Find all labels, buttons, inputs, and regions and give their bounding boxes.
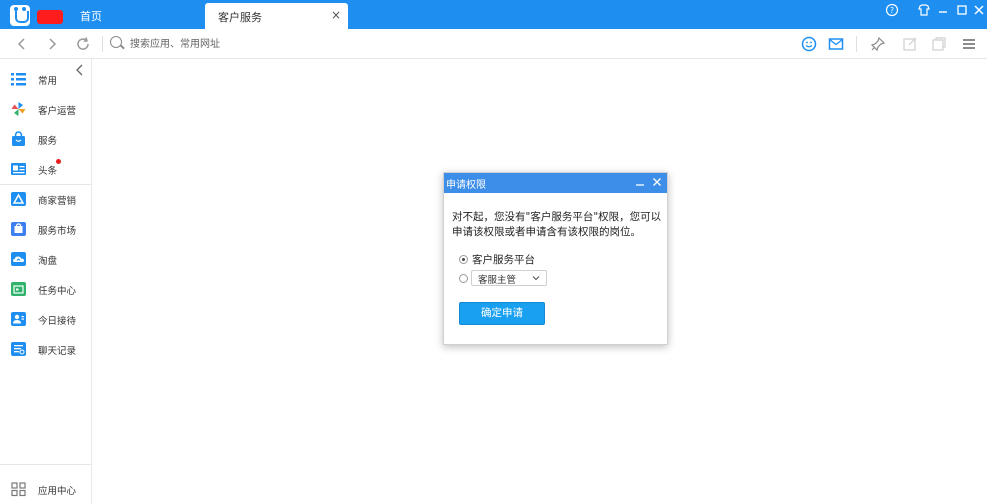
sidebar-item-label: 商家营销 (38, 196, 77, 207)
sidebar-item-label: 淘盘 (38, 256, 58, 267)
toolbar-divider (856, 36, 857, 52)
news-icon (10, 161, 27, 177)
pinwheel-icon (10, 101, 27, 117)
radio-option-label: 客户服务平台 (472, 254, 535, 266)
permission-dialog: 申请权限 对不起，您没有"客户服务平台"权限，您可以申请该权限或者申请含有该权限… (443, 172, 668, 345)
sidebar-item-common[interactable]: 常用 (0, 65, 91, 95)
search-icon (110, 36, 122, 48)
calendar-icon (10, 281, 27, 297)
mail-icon[interactable] (827, 35, 845, 53)
radio-option-platform[interactable] (459, 255, 468, 264)
role-select[interactable]: 客服主管 (471, 270, 547, 286)
sidebar-item-service-market[interactable]: 服务市场 (0, 215, 91, 245)
sidebar-item-headlines[interactable]: 头条 (0, 155, 91, 185)
dialog-message: 对不起，您没有"客户服务平台"权限，您可以申请该权限或者申请含有该权限的岗位。 (452, 211, 662, 238)
search-area (110, 35, 510, 53)
back-icon[interactable] (13, 35, 31, 53)
sidebar-item-label: 聊天记录 (38, 346, 77, 357)
copy-window-icon[interactable] (930, 35, 948, 53)
toolbar-divider (102, 36, 103, 52)
sidebar-item-label: 服务市场 (38, 226, 77, 237)
external-link-icon[interactable] (901, 35, 919, 53)
maximize-icon[interactable] (953, 3, 971, 21)
record-icon (10, 341, 27, 357)
grid-icon (10, 481, 27, 497)
help-icon[interactable]: ? (883, 3, 901, 21)
user-avatar[interactable] (37, 10, 63, 24)
svg-text:?: ? (890, 6, 894, 15)
sidebar-item-merchant-marketing[interactable]: 商家营销 (0, 185, 91, 215)
smiley-icon[interactable] (800, 35, 818, 53)
notification-badge (56, 159, 61, 164)
dialog-close-icon[interactable] (651, 176, 663, 190)
dialog-title: 申请权限 (446, 180, 486, 191)
sidebar-item-today-reception[interactable]: 今日接待 (0, 305, 91, 335)
menu-icon[interactable] (960, 35, 978, 53)
cloud-icon (10, 251, 27, 267)
sidebar-item-label: 头条 (38, 166, 58, 177)
sidebar-divider (0, 464, 91, 465)
dialog-header: 申请权限 (444, 173, 667, 193)
sidebar-item-service[interactable]: 服务 (0, 125, 91, 155)
triangle-icon (10, 191, 27, 207)
list-icon (10, 71, 27, 87)
minimize-icon[interactable] (934, 3, 952, 21)
refresh-icon[interactable] (74, 35, 92, 53)
sidebar-item-app-center[interactable]: 应用中心 (0, 475, 91, 504)
dialog-minimize-icon[interactable] (634, 176, 646, 190)
sidebar-item-label: 常用 (38, 76, 58, 87)
sidebar-item-label: 任务中心 (38, 286, 77, 297)
contact-icon (10, 311, 27, 327)
shirt-icon[interactable] (915, 3, 933, 21)
app-logo-icon (10, 5, 30, 26)
tab-home[interactable]: 首页 (80, 8, 102, 24)
store-icon (10, 221, 27, 237)
sidebar-item-label: 今日接待 (38, 316, 77, 327)
sidebar: 常用 客户运营 服务 头条 商家营销 服务市场 淘盘 任务中心 今日接待 聊天记… (0, 59, 92, 504)
chevron-down-icon (532, 272, 540, 286)
sidebar-item-label: 服务 (38, 136, 58, 147)
radio-option-supervisor[interactable] (459, 274, 468, 283)
sidebar-item-taopan[interactable]: 淘盘 (0, 245, 91, 275)
tab-customer-service[interactable]: 客户服务 × (205, 3, 348, 29)
sidebar-item-label: 应用中心 (38, 486, 77, 497)
close-icon[interactable] (970, 3, 987, 21)
search-input[interactable] (130, 35, 490, 53)
select-value: 客服主管 (478, 275, 517, 286)
pin-icon[interactable] (869, 35, 887, 53)
tab-close-icon[interactable]: × (330, 8, 342, 22)
bag-icon (10, 131, 27, 147)
title-bar: 首页 客户服务 × ? (0, 0, 987, 29)
tab-label: 客户服务 (218, 11, 262, 24)
sidebar-item-customer-ops[interactable]: 客户运营 (0, 95, 91, 125)
sidebar-item-label: 客户运营 (38, 106, 77, 117)
address-toolbar (0, 29, 987, 59)
forward-icon[interactable] (43, 35, 61, 53)
sidebar-item-task-center[interactable]: 任务中心 (0, 275, 91, 305)
confirm-apply-button[interactable]: 确定申请 (459, 302, 545, 325)
sidebar-item-chat-history[interactable]: 聊天记录 (0, 335, 91, 365)
